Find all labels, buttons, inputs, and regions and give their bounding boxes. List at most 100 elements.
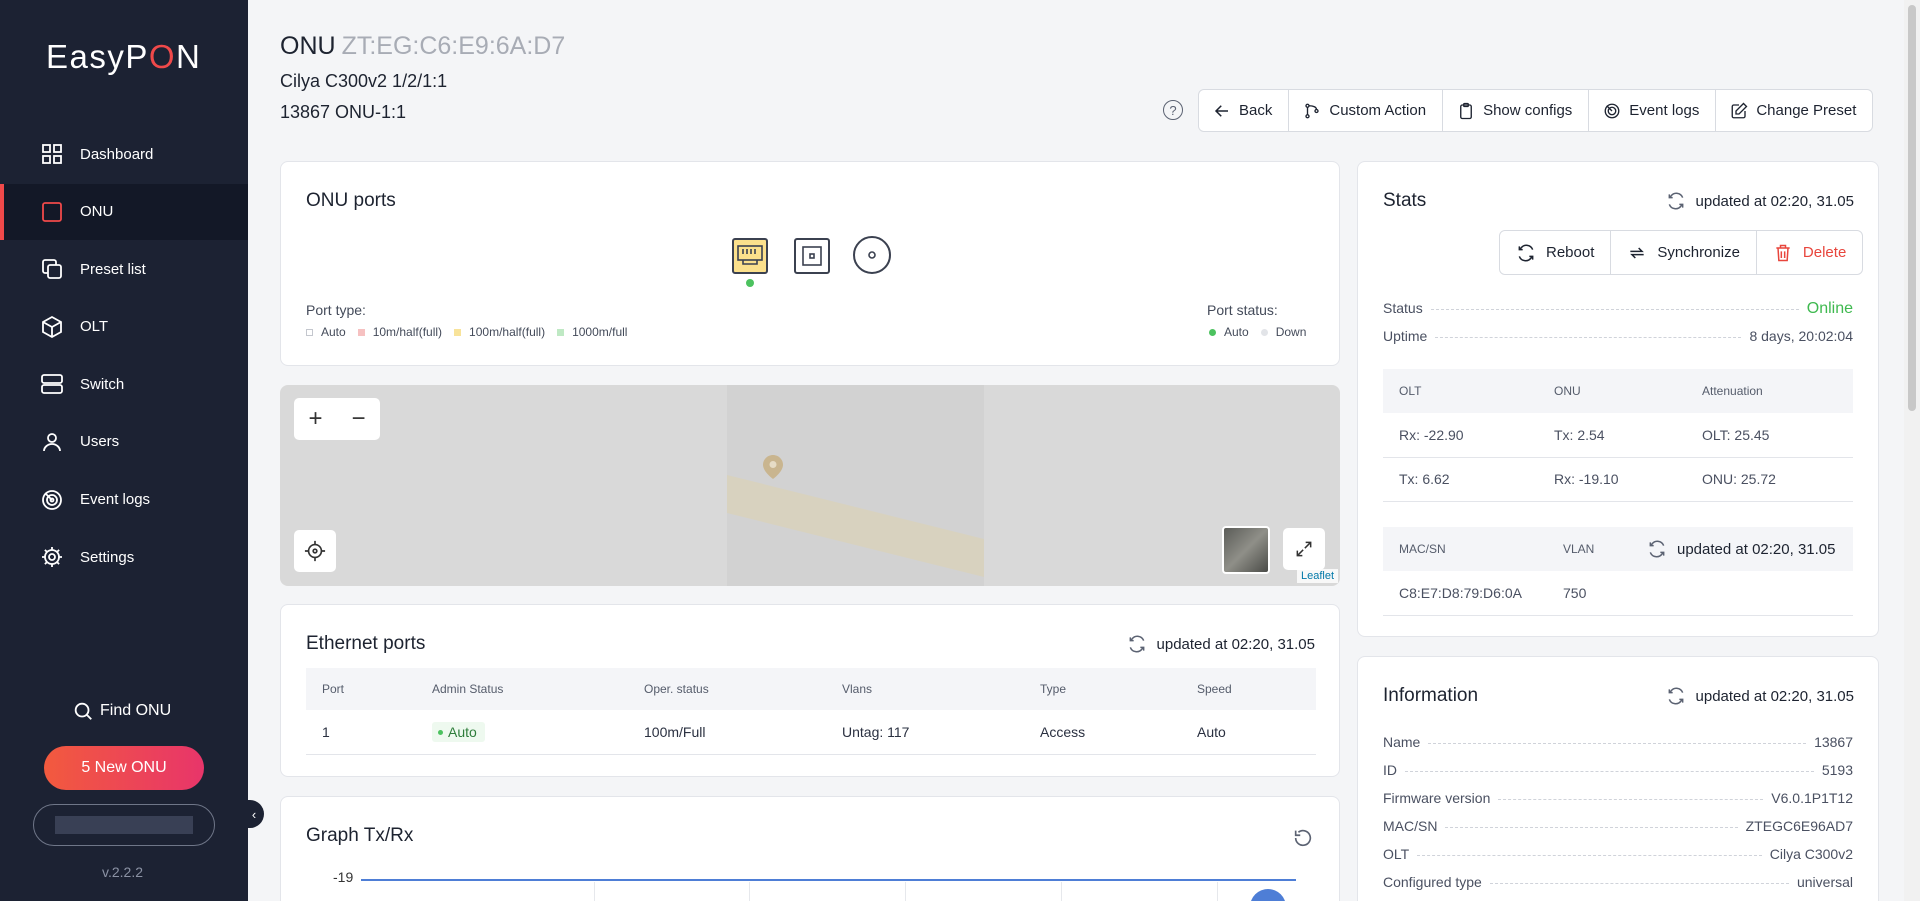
onu-location: Cilya C300v2 1/2/1:1 xyxy=(280,71,448,91)
table-header-row: OLT ONU Attenuation xyxy=(1383,369,1853,413)
stats-card: Stats updated at 02:20, 31.05 Reboot Syn… xyxy=(1357,161,1879,637)
copy-icon xyxy=(42,259,62,280)
status-row: Status Online xyxy=(1383,300,1853,318)
sidebar-item-label: Preset list xyxy=(80,260,146,278)
fullscreen-button[interactable] xyxy=(1283,528,1325,570)
zoom-out-button[interactable]: − xyxy=(337,398,380,440)
legend-swatch xyxy=(557,328,565,336)
pon-port[interactable] xyxy=(853,236,891,274)
sidebar-item-users[interactable]: Users xyxy=(0,414,248,470)
onu-attenuation-cell: ONU: 25.72 xyxy=(1686,457,1853,502)
column-header: VLAN xyxy=(1547,527,1631,571)
page-header: ONU ZT:EG:C6:E9:6A:D7 Cilya C300v2 1/2/1:… xyxy=(280,32,565,123)
onu-rx-cell: Rx: -19.10 xyxy=(1538,457,1686,502)
chevron-left-icon: ‹ xyxy=(251,806,257,822)
new-onu-button[interactable]: 5 New ONU xyxy=(44,746,204,790)
port-status-label: Port status: xyxy=(1207,302,1278,318)
info-row-mac-sn: MAC/SN ZTEGC6E96AD7 xyxy=(1383,818,1853,834)
dashboard-icon xyxy=(42,144,62,164)
show-configs-button[interactable]: Show configs xyxy=(1443,90,1590,131)
table-row: C8:E7:D8:79:D6:0A 750 xyxy=(1383,571,1853,616)
ethernet-ports-card: Ethernet ports updated at 02:20, 31.05 P… xyxy=(280,604,1340,777)
onu-ports-title: ONU ports xyxy=(306,190,396,211)
stats-updated: updated at 02:20, 31.05 xyxy=(1666,191,1854,211)
ethernet-port-1[interactable] xyxy=(732,238,768,274)
find-onu-label: Find ONU xyxy=(100,702,172,719)
vlan-cell: 750 xyxy=(1547,571,1631,616)
refresh-icon[interactable] xyxy=(1666,686,1686,706)
delete-button[interactable]: Delete xyxy=(1756,231,1863,274)
column-header: Oper. status xyxy=(628,668,826,710)
map-pin-icon xyxy=(763,455,783,479)
sidebar-item-preset-list[interactable]: Preset list xyxy=(0,241,248,297)
sidebar-item-olt[interactable]: OLT xyxy=(0,299,248,355)
search-icon xyxy=(74,702,92,720)
sidebar-item-label: Switch xyxy=(80,375,125,393)
mac-updated-header: updated at 02:20, 31.05 xyxy=(1631,527,1853,571)
information-title: Information xyxy=(1383,685,1479,706)
sidebar: EasyPON Dashboard ONU Preset list OLT Sw… xyxy=(0,0,264,901)
table-row: Rx: -22.90 Tx: 2.54 OLT: 25.45 xyxy=(1383,413,1853,458)
graph-point[interactable] xyxy=(1250,889,1286,901)
vlans-cell: Untag: 117 xyxy=(826,710,1024,755)
page-scrollbar[interactable] xyxy=(1904,0,1920,901)
custom-action-button[interactable]: Custom Action xyxy=(1289,90,1444,131)
map-zoom-control: + − xyxy=(294,398,380,440)
map-attribution-link[interactable]: Leaflet xyxy=(1296,569,1338,583)
sidebar-item-label: Users xyxy=(80,433,120,451)
expand-icon xyxy=(1296,541,1312,557)
y-tick-label: -19 xyxy=(333,869,354,885)
locate-button[interactable] xyxy=(294,530,336,572)
sidebar-item-switch[interactable]: Switch xyxy=(0,356,248,412)
ethernet-ports-table: Port Admin Status Oper. status Vlans Typ… xyxy=(306,668,1316,755)
refresh-graph-icon[interactable] xyxy=(1292,827,1314,849)
uptime-label: Uptime xyxy=(1383,328,1428,344)
catv-port[interactable] xyxy=(794,238,830,274)
status-label: Status xyxy=(1383,300,1423,316)
zoom-in-button[interactable]: + xyxy=(294,398,337,440)
table-row[interactable]: 1 Auto 100m/Full Untag: 117 Access Auto xyxy=(306,710,1316,755)
back-button[interactable]: Back xyxy=(1199,90,1290,131)
crosshair-icon xyxy=(304,540,326,562)
legend-item: Auto xyxy=(306,325,346,339)
graph-gridline xyxy=(1217,882,1218,901)
refresh-icon[interactable] xyxy=(1647,539,1667,559)
circle-port-icon xyxy=(868,251,876,259)
refresh-icon[interactable] xyxy=(1666,191,1686,211)
arrow-left-icon xyxy=(1214,104,1228,117)
sidebar-item-onu[interactable]: ONU xyxy=(0,183,248,240)
type-cell: Access xyxy=(1024,710,1181,755)
edit-icon xyxy=(1731,102,1748,118)
olt-rx-cell: Rx: -22.90 xyxy=(1383,413,1538,458)
ethernet-ports-title: Ethernet ports xyxy=(306,633,426,654)
help-icon[interactable]: ? xyxy=(1163,100,1183,120)
change-preset-button[interactable]: Change Preset xyxy=(1716,90,1873,131)
sidebar-item-settings[interactable]: Settings xyxy=(0,529,248,585)
sidebar-item-event-logs[interactable]: Event logs xyxy=(0,472,248,528)
location-map[interactable]: + − Leaflet xyxy=(280,385,1340,586)
sidebar-item-dashboard[interactable]: Dashboard xyxy=(0,126,248,182)
oper-status-cell: 100m/Full xyxy=(628,710,826,755)
graph-card: Graph Tx/Rx -19 xyxy=(280,796,1340,901)
satellite-layer-toggle[interactable] xyxy=(1222,526,1270,574)
column-header: MAC/SN xyxy=(1383,527,1547,571)
reboot-button[interactable]: Reboot xyxy=(1500,231,1612,274)
legend-swatch xyxy=(357,328,365,336)
stats-title: Stats xyxy=(1383,190,1427,211)
refresh-icon[interactable] xyxy=(1127,634,1147,654)
collapse-sidebar-button[interactable]: ‹ xyxy=(244,800,264,828)
legend-item: Auto xyxy=(1209,325,1249,339)
user-menu[interactable] xyxy=(33,804,215,846)
clipboard-icon xyxy=(1460,102,1473,119)
scrollbar-thumb[interactable] xyxy=(1908,5,1916,411)
find-onu-button[interactable]: Find ONU xyxy=(72,700,171,722)
app-logo[interactable]: EasyPON xyxy=(46,38,201,76)
page-title: ONU ZT:EG:C6:E9:6A:D7 xyxy=(280,32,566,60)
ethernet-port-icon xyxy=(737,245,763,265)
graph-title: Graph Tx/Rx xyxy=(306,825,414,846)
event-logs-button[interactable]: Event logs xyxy=(1589,90,1717,131)
speed-cell: Auto xyxy=(1181,710,1316,755)
radar-icon xyxy=(42,489,62,510)
table-row: Tx: 6.62 Rx: -19.10 ONU: 25.72 xyxy=(1383,457,1853,502)
synchronize-button[interactable]: Synchronize xyxy=(1611,231,1757,274)
